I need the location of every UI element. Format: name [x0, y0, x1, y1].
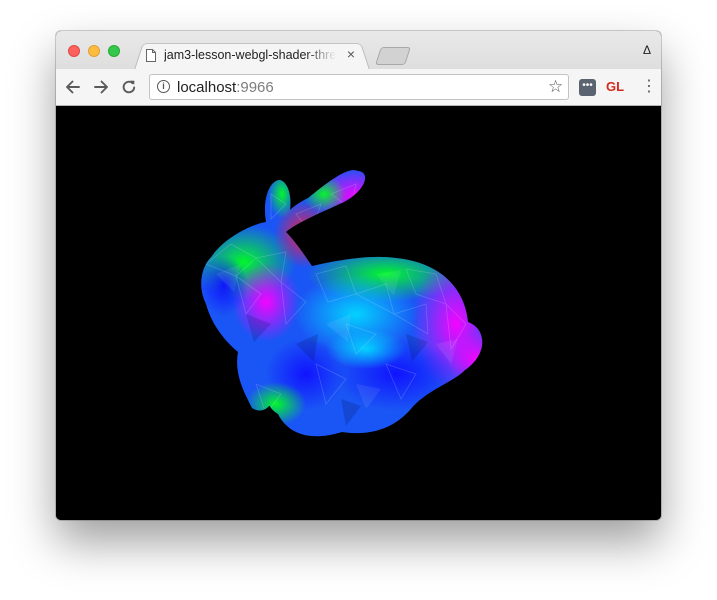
menu-icon[interactable]: ⋮ [641, 78, 657, 96]
url-host: localhost [177, 79, 237, 96]
title-bar: jam3-lesson-webgl-shader-three-js × Δ [56, 31, 661, 70]
browser-toolbar: i localhost:9966 ☆ ••• GL ⋮ [56, 69, 661, 106]
bunny-model [201, 170, 483, 437]
minimize-window-button[interactable] [88, 45, 100, 57]
reload-icon[interactable] [120, 78, 138, 96]
file-icon [146, 48, 156, 62]
url-text[interactable]: localhost:9966 [177, 79, 274, 96]
back-arrow-icon[interactable] [64, 78, 82, 96]
tab-close-icon[interactable]: × [344, 47, 358, 61]
webgl-canvas[interactable] [56, 106, 661, 520]
tab-active[interactable]: jam3-lesson-webgl-shader-three-js × [146, 44, 360, 66]
bunny-render [201, 170, 483, 437]
browser-window: jam3-lesson-webgl-shader-three-js × Δ i … [56, 31, 661, 520]
gl-extension-icon[interactable]: GL [606, 79, 624, 94]
address-bar[interactable]: i localhost:9966 ☆ [149, 74, 569, 100]
profile-icon[interactable]: Δ [643, 43, 651, 57]
new-tab-button[interactable] [375, 47, 411, 65]
close-window-button[interactable] [68, 45, 80, 57]
tab-title: jam3-lesson-webgl-shader-three-js [164, 48, 336, 62]
maximize-window-button[interactable] [108, 45, 120, 57]
info-icon[interactable]: i [157, 80, 170, 93]
bookmark-star-icon[interactable]: ☆ [548, 77, 563, 97]
url-port: :9966 [236, 79, 274, 96]
extension-icon[interactable]: ••• [579, 79, 596, 96]
forward-arrow-icon[interactable] [92, 78, 110, 96]
